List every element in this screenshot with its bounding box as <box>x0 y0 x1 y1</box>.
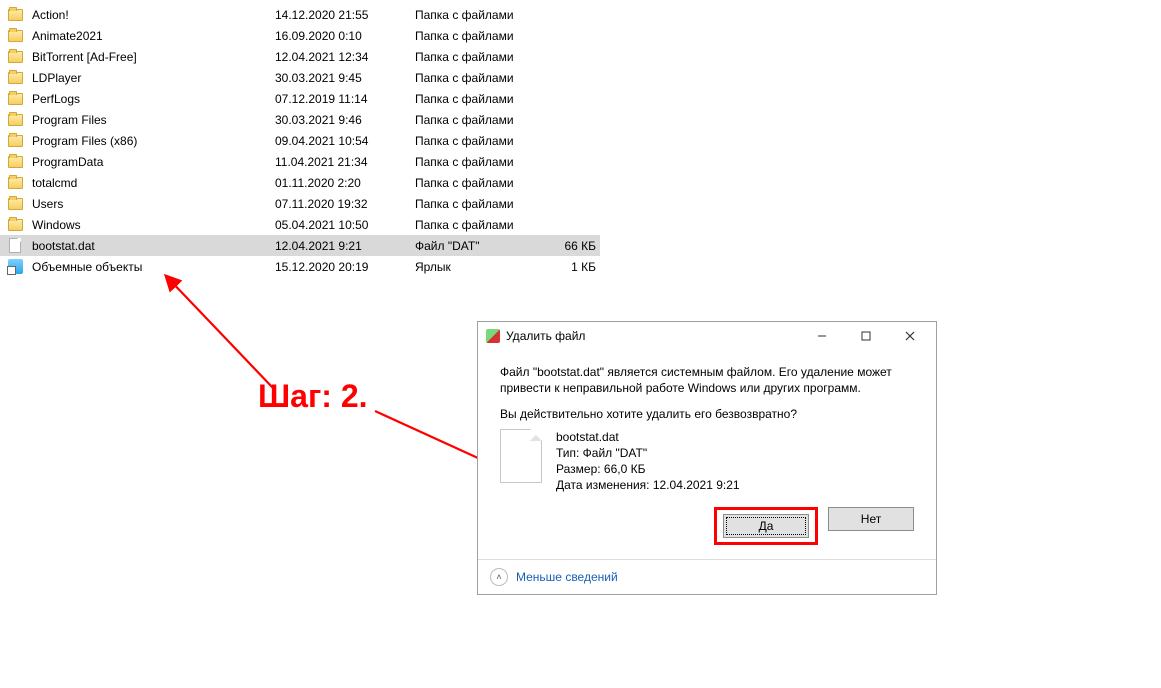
file-size-label: Размер: 66,0 КБ <box>556 461 740 477</box>
close-button[interactable] <box>888 322 932 350</box>
file-type-cell: Папка с файлами <box>415 197 550 211</box>
folder-icon <box>0 9 30 21</box>
file-date-cell: 15.12.2020 20:19 <box>275 260 415 274</box>
file-row[interactable]: Windows05.04.2021 10:50Папка с файлами <box>0 214 600 235</box>
folder-icon <box>0 93 30 105</box>
file-date-cell: 12.04.2021 12:34 <box>275 50 415 64</box>
file-row[interactable]: Объемные объекты15.12.2020 20:19Ярлык1 К… <box>0 256 600 277</box>
delete-file-dialog: Удалить файл Файл "bootstat.dat" являетс… <box>477 321 937 595</box>
folder-icon <box>0 72 30 84</box>
file-name-cell: Windows <box>30 218 275 232</box>
file-row[interactable]: Users07.11.2020 19:32Папка с файлами <box>0 193 600 214</box>
yes-button[interactable]: Да <box>723 514 809 538</box>
file-type-cell: Папка с файлами <box>415 113 550 127</box>
file-row[interactable]: Animate202116.09.2020 0:10Папка с файлам… <box>0 25 600 46</box>
file-name-cell: totalcmd <box>30 176 275 190</box>
file-type-cell: Папка с файлами <box>415 71 550 85</box>
file-type-cell: Папка с файлами <box>415 29 550 43</box>
file-type-cell: Папка с файлами <box>415 155 550 169</box>
file-icon <box>0 238 30 253</box>
file-row[interactable]: bootstat.dat12.04.2021 9:21Файл "DAT"66 … <box>0 235 600 256</box>
folder-icon <box>0 51 30 63</box>
folder-icon <box>0 114 30 126</box>
file-type-cell: Папка с файлами <box>415 8 550 22</box>
file-name-cell: Users <box>30 197 275 211</box>
file-date-cell: 07.11.2020 19:32 <box>275 197 415 211</box>
file-type-cell: Папка с файлами <box>415 176 550 190</box>
minimize-button[interactable] <box>800 322 844 350</box>
file-type-cell: Файл "DAT" <box>415 239 550 253</box>
file-size-cell: 1 КБ <box>550 260 600 274</box>
step-annotation: Шаг: 2. <box>258 378 368 415</box>
file-name-cell: Animate2021 <box>30 29 275 43</box>
file-type-cell: Ярлык <box>415 260 550 274</box>
file-list: Action!14.12.2020 21:55Папка с файламиAn… <box>0 0 600 277</box>
file-date-cell: 01.11.2020 2:20 <box>275 176 415 190</box>
file-row[interactable]: Program Files30.03.2021 9:46Папка с файл… <box>0 109 600 130</box>
file-date-cell: 05.04.2021 10:50 <box>275 218 415 232</box>
file-date-cell: 12.04.2021 9:21 <box>275 239 415 253</box>
file-date-label: Дата изменения: 12.04.2021 9:21 <box>556 477 740 493</box>
dialog-warning-text: Файл "bootstat.dat" является системным ф… <box>500 364 914 396</box>
file-date-cell: 16.09.2020 0:10 <box>275 29 415 43</box>
file-name-cell: PerfLogs <box>30 92 275 106</box>
file-type-cell: Папка с файлами <box>415 134 550 148</box>
file-name-cell: bootstat.dat <box>30 239 275 253</box>
less-details-button[interactable]: ˄ Меньше сведений <box>478 559 936 594</box>
file-name: bootstat.dat <box>556 429 740 445</box>
file-name-cell: ProgramData <box>30 155 275 169</box>
file-name-cell: Program Files (x86) <box>30 134 275 148</box>
highlight-frame: Да <box>714 507 818 545</box>
file-metadata: bootstat.dat Тип: Файл "DAT" Размер: 66,… <box>556 429 740 494</box>
file-date-cell: 30.03.2021 9:45 <box>275 71 415 85</box>
file-date-cell: 07.12.2019 11:14 <box>275 92 415 106</box>
file-date-cell: 09.04.2021 10:54 <box>275 134 415 148</box>
file-date-cell: 11.04.2021 21:34 <box>275 155 415 169</box>
file-type-cell: Папка с файлами <box>415 92 550 106</box>
file-size-cell: 66 КБ <box>550 239 600 253</box>
no-button[interactable]: Нет <box>828 507 914 531</box>
chevron-up-icon: ˄ <box>490 568 508 586</box>
shortcut-icon <box>0 259 30 274</box>
file-row[interactable]: BitTorrent [Ad-Free]12.04.2021 12:34Папк… <box>0 46 600 67</box>
file-name-cell: Program Files <box>30 113 275 127</box>
dialog-icon <box>486 329 500 343</box>
file-row[interactable]: ProgramData11.04.2021 21:34Папка с файла… <box>0 151 600 172</box>
file-type-cell: Папка с файлами <box>415 218 550 232</box>
file-icon <box>500 429 542 483</box>
file-name-cell: BitTorrent [Ad-Free] <box>30 50 275 64</box>
folder-icon <box>0 177 30 189</box>
file-row[interactable]: PerfLogs07.12.2019 11:14Папка с файлами <box>0 88 600 109</box>
folder-icon <box>0 198 30 210</box>
dialog-title: Удалить файл <box>506 329 800 343</box>
file-row[interactable]: totalcmd01.11.2020 2:20Папка с файлами <box>0 172 600 193</box>
dialog-question-text: Вы действительно хотите удалить его безв… <box>500 406 914 422</box>
maximize-button[interactable] <box>844 322 888 350</box>
file-name-cell: Объемные объекты <box>30 260 275 274</box>
file-row[interactable]: Program Files (x86)09.04.2021 10:54Папка… <box>0 130 600 151</box>
file-row[interactable]: Action!14.12.2020 21:55Папка с файлами <box>0 4 600 25</box>
file-date-cell: 14.12.2020 21:55 <box>275 8 415 22</box>
less-details-label: Меньше сведений <box>516 570 618 584</box>
folder-icon <box>0 156 30 168</box>
folder-icon <box>0 30 30 42</box>
folder-icon <box>0 135 30 147</box>
dialog-titlebar[interactable]: Удалить файл <box>478 322 936 350</box>
file-row[interactable]: LDPlayer30.03.2021 9:45Папка с файлами <box>0 67 600 88</box>
file-type-label: Тип: Файл "DAT" <box>556 445 740 461</box>
file-name-cell: Action! <box>30 8 275 22</box>
folder-icon <box>0 219 30 231</box>
file-name-cell: LDPlayer <box>30 71 275 85</box>
file-type-cell: Папка с файлами <box>415 50 550 64</box>
file-date-cell: 30.03.2021 9:46 <box>275 113 415 127</box>
